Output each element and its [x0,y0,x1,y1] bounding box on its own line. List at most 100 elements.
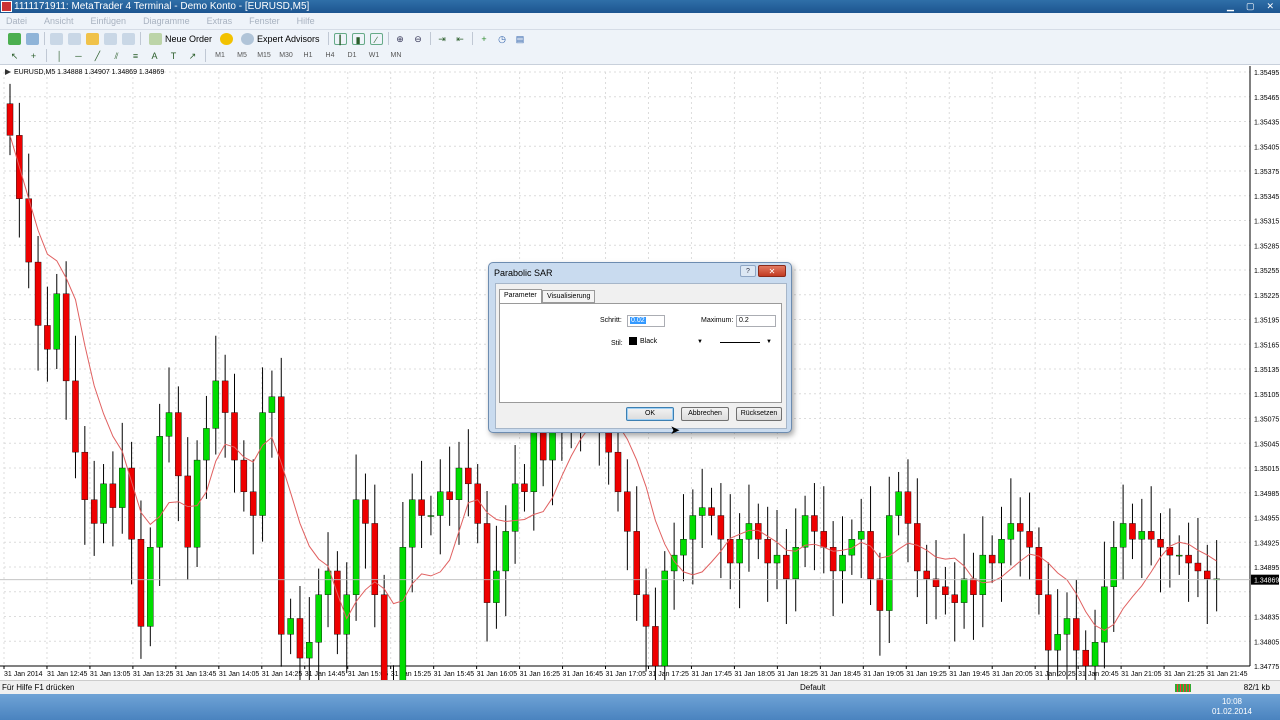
data-window-icon[interactable] [68,32,81,45]
line-chart-icon[interactable]: ∕ [369,32,383,45]
menu-help[interactable]: Hilfe [297,16,315,26]
tab-visualisierung[interactable]: Visualisierung [542,290,596,303]
fibonacci-icon[interactable]: ≡ [129,50,142,62]
trendline-icon[interactable]: ╱ [91,50,104,62]
maximize-icon[interactable]: ▢ [1246,0,1255,13]
ok-button[interactable]: OK [626,407,674,421]
auto-scroll-icon[interactable]: ⇥ [436,33,449,45]
dialog-body: Parameter Visualisierung Schritt: 0.02 M… [495,283,787,429]
expert-advisors-icon [241,32,255,45]
menu-window[interactable]: Fenster [249,16,280,26]
price-label: 1.35135 [1254,367,1279,374]
text-icon[interactable]: A [148,50,161,62]
indicators-icon[interactable]: + [478,33,491,45]
bull-candle [1054,634,1061,651]
timeframe-m30[interactable]: M30 [278,52,294,59]
label-icon[interactable]: T [167,50,180,62]
bear-candle [380,594,388,698]
bar-chart-icon[interactable]: ┃ [333,32,347,45]
time-label: 31 Jan 14:45 [305,671,346,678]
maximum-input[interactable]: 0.2 [736,315,776,327]
bull-candle [1091,642,1099,667]
close-window-icon[interactable]: ✕ [1266,0,1274,13]
bull-candle [315,594,322,643]
expert-advisors-label: Expert Advisors [257,33,320,44]
bull-candle [698,507,706,516]
status-help-text: Für Hilfe F1 drücken [2,683,75,692]
bear-candle [62,293,70,382]
reset-button[interactable]: Rücksetzen [736,407,782,421]
price-label: 1.35435 [1254,120,1279,127]
time-label: 31 Jan 13:05 [90,671,131,678]
zoom-out-icon[interactable]: ⊖ [412,33,425,45]
timeframe-h4[interactable]: H4 [322,52,338,59]
bull-candle [259,412,266,516]
bear-candle [249,491,257,516]
price-label: 1.34895 [1254,565,1279,572]
bear-candle [727,539,734,564]
vertical-line-icon[interactable]: │ [53,50,66,62]
bear-candle [231,412,238,461]
timeframe-w1[interactable]: W1 [366,52,382,59]
bear-candle [483,523,491,603]
bear-candle [1194,562,1202,572]
bull-candle [203,428,210,461]
metaeditor-icon[interactable] [220,32,234,45]
crosshair-icon[interactable]: + [27,50,40,62]
help-button[interactable]: ? [740,265,756,277]
bull-candle [119,467,126,508]
templates-icon[interactable]: ▤ [514,33,527,45]
bear-candle [109,483,117,508]
window-title: 1111171911: MetaTrader 4 Terminal - Demo… [14,1,310,12]
price-label: 1.34775 [1254,664,1279,671]
tab-parameter[interactable]: Parameter [499,289,542,303]
navigator-icon[interactable] [86,32,99,45]
new-chart-icon[interactable] [8,32,21,45]
bull-candle [1175,554,1183,557]
menu-tools[interactable]: Extras [207,16,233,26]
menu-view[interactable]: Ansicht [44,16,74,26]
channel-icon[interactable]: ⫽ [110,50,123,62]
taskbar-clock[interactable]: 10:08 01.02.2014 [1212,697,1252,717]
menu-charts[interactable]: Diagramme [143,16,190,26]
timeframe-mn[interactable]: MN [388,52,404,59]
timeframe-h1[interactable]: H1 [300,52,316,59]
bull-candle [165,412,173,437]
timeframe-m1[interactable]: M1 [212,52,228,59]
market-watch-icon[interactable] [50,32,63,45]
horizontal-line-icon[interactable]: ─ [72,50,85,62]
bear-candle [923,570,930,580]
cursor-icon[interactable]: ↖ [8,50,21,62]
bull-candle [287,618,294,635]
menu-insert[interactable]: Einfügen [91,16,127,26]
strategy-tester-icon[interactable] [122,32,135,45]
color-value: Black [640,338,658,345]
bull-candle [268,396,276,413]
chart-shift-icon[interactable]: ⇤ [454,33,467,45]
bear-candle [128,467,135,540]
line-style-select[interactable]: ▼ [718,337,776,349]
cancel-button[interactable]: Abbrechen [681,407,729,421]
profiles-icon[interactable] [26,32,39,45]
candlestick-icon[interactable]: ▮ [351,32,365,45]
new-order-button[interactable]: Neue Order [146,32,215,45]
minimize-icon[interactable]: ▁ [1227,0,1234,13]
color-select[interactable]: Black ▼ [627,337,707,349]
timeframe-m15[interactable]: M15 [256,52,272,59]
price-label: 1.34835 [1254,615,1279,622]
bull-candle [193,459,201,548]
dialog-close-button[interactable]: ✕ [758,265,786,277]
zoom-in-icon[interactable]: ⊕ [394,33,407,45]
bull-candle [437,491,444,516]
timeframe-m5[interactable]: M5 [234,52,250,59]
bear-candle [1073,618,1080,651]
time-label: 31 Jan 21:05 [1121,671,1162,678]
arrows-icon[interactable]: ↗ [186,50,199,62]
expert-advisors-button[interactable]: Expert Advisors [238,32,323,45]
step-input[interactable]: 0.02 [627,315,665,327]
periods-icon[interactable]: ◷ [496,33,509,45]
menu-file[interactable]: Datei [6,16,27,26]
price-label: 1.35195 [1254,318,1279,325]
timeframe-d1[interactable]: D1 [344,52,360,59]
terminal-icon[interactable] [104,32,117,45]
